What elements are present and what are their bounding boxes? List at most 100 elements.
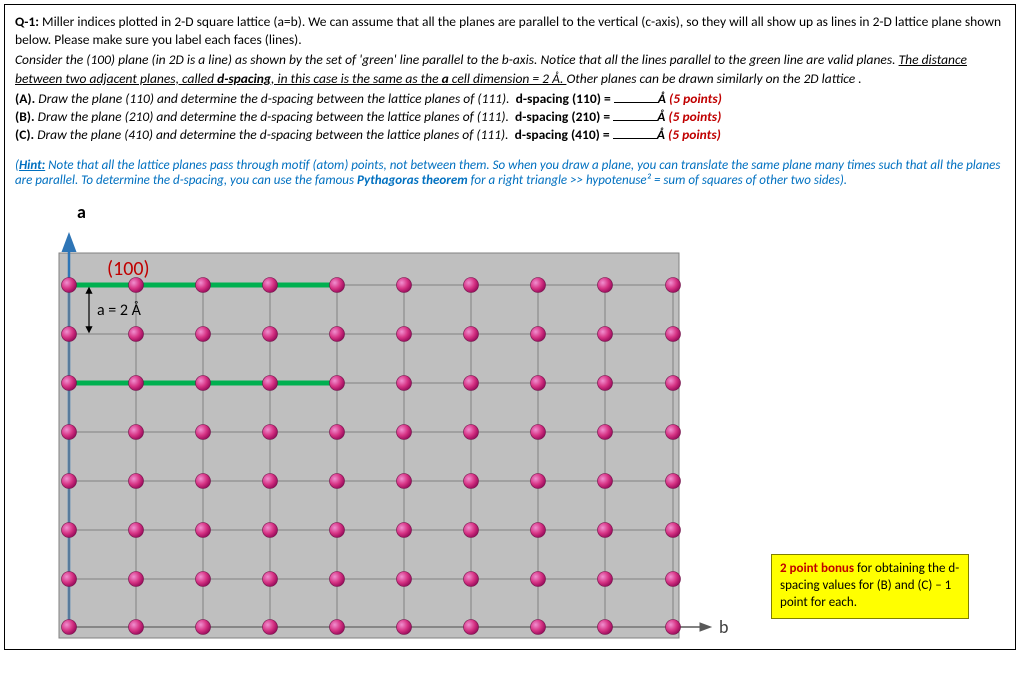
consider-pre: Consider the (100) plane (in 2D is a lin… (15, 51, 899, 68)
item-b: (B). Draw the plane (210) and determine … (15, 108, 1005, 126)
item-a-text: Draw the plane (110) and determine the d… (38, 90, 509, 107)
lattice-point (531, 571, 546, 586)
lattice-point (263, 619, 278, 634)
lattice-point (62, 326, 77, 341)
lattice-point (263, 424, 278, 439)
lattice-point (666, 522, 681, 537)
intro-para: Q-1: Miller indices plotted in 2-D squar… (15, 13, 1005, 49)
lattice-point (129, 522, 144, 537)
item-a-blank (614, 90, 658, 103)
item-b-text: Draw the plane (210) and determine the d… (38, 108, 509, 125)
lattice-point (397, 326, 412, 341)
lattice-point (531, 619, 546, 634)
item-c-text: Draw the plane (410) and determine the d… (37, 126, 508, 143)
item-a-unit: Å (658, 90, 666, 107)
item-b-blank (613, 108, 657, 121)
lattice-point (196, 571, 211, 586)
item-c-unit: Å (657, 126, 665, 143)
lattice-point (598, 424, 613, 439)
lattice-point (62, 571, 77, 586)
lattice-point (397, 571, 412, 586)
bonus-box: 2 point bonus for obtaining the d-spacin… (771, 554, 969, 619)
lattice-point (196, 424, 211, 439)
item-c: (C). Draw the plane (410) and determine … (15, 126, 1005, 144)
lattice-point (666, 619, 681, 634)
lattice-point (464, 619, 479, 634)
lattice-point (397, 619, 412, 634)
bonus-title: 2 point bonus (780, 561, 854, 576)
lattice-point (62, 522, 77, 537)
lattice-point (129, 473, 144, 488)
lattice-point (397, 473, 412, 488)
lattice-point (531, 375, 546, 390)
lattice-point (330, 619, 345, 634)
lattice-point (196, 473, 211, 488)
question-page: Q-1: Miller indices plotted in 2-D squar… (4, 4, 1016, 650)
lattice-point (666, 571, 681, 586)
lattice-point (598, 473, 613, 488)
lattice-point (464, 522, 479, 537)
d-spacing-term: d-spacing (217, 70, 271, 87)
consider-post: Other planes can be drawn similarly on t… (566, 70, 861, 87)
lattice-point (531, 326, 546, 341)
item-a-label: (A). (15, 90, 35, 107)
lattice-point (598, 375, 613, 390)
hint-pythagoras: Pythagoras theorem (357, 173, 468, 188)
lattice-point (330, 522, 345, 537)
lattice-point (263, 473, 278, 488)
lattice-point (330, 424, 345, 439)
d-spacing-value: , in this case is the same as the a cell… (271, 70, 566, 87)
lattice-point (263, 277, 278, 292)
lattice-point (464, 424, 479, 439)
lattice-point (464, 277, 479, 292)
item-b-points: (5 points) (668, 108, 721, 125)
lattice-point (129, 375, 144, 390)
lattice-svg: b (29, 223, 789, 643)
lattice-point (598, 277, 613, 292)
item-c-points: (5 points) (668, 126, 721, 143)
lattice-point (263, 326, 278, 341)
lattice-point (129, 571, 144, 586)
lattice-point (196, 375, 211, 390)
lattice-panel (59, 253, 679, 638)
intro-text: Miller indices plotted in 2-D square lat… (15, 13, 1001, 48)
item-a-points: (5 points) (669, 90, 722, 107)
lattice-point (62, 473, 77, 488)
lattice-point (196, 277, 211, 292)
question-number: Q-1: (15, 13, 39, 30)
lattice-point (397, 277, 412, 292)
lattice-point (598, 522, 613, 537)
lattice-point (666, 473, 681, 488)
lattice-point (62, 619, 77, 634)
hint-post: for a right triangle >> hypotenuse² = su… (468, 173, 847, 188)
lattice-point (598, 326, 613, 341)
lattice-point (464, 375, 479, 390)
lattice-point (330, 571, 345, 586)
hint-label: Hint: (19, 158, 45, 173)
lattice-point (666, 375, 681, 390)
lattice-point (397, 522, 412, 537)
lattice-point (263, 375, 278, 390)
lattice-point (666, 277, 681, 292)
lattice-point (62, 375, 77, 390)
lattice-point (598, 619, 613, 634)
hint-para: (Hint: Note that all the lattice planes … (15, 158, 1005, 188)
lattice-point (397, 424, 412, 439)
lattice-point (330, 326, 345, 341)
lattice-point (263, 571, 278, 586)
lattice-point (397, 375, 412, 390)
lattice-point (129, 326, 144, 341)
lattice-point (666, 326, 681, 341)
lattice-point (666, 424, 681, 439)
lattice-point (531, 424, 546, 439)
lattice-point (196, 619, 211, 634)
consider-para: Consider the (100) plane (in 2D is a lin… (15, 51, 1005, 87)
lattice-point (129, 424, 144, 439)
lattice-point (196, 522, 211, 537)
lattice-point (263, 522, 278, 537)
item-b-unit: Å (657, 108, 665, 125)
item-c-blank (613, 126, 657, 139)
lattice-point (598, 571, 613, 586)
lattice-point (464, 571, 479, 586)
lattice-point (330, 277, 345, 292)
